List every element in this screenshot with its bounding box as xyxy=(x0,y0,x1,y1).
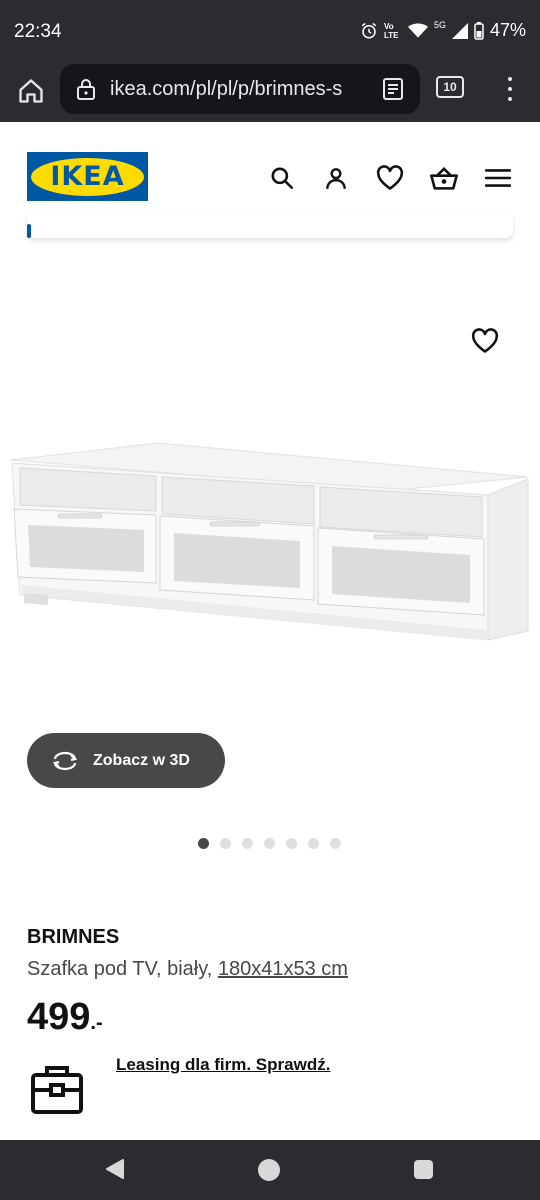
view-3d-label: Zobacz w 3D xyxy=(93,751,190,769)
user-icon[interactable] xyxy=(320,162,352,194)
network-label: 5G xyxy=(433,20,446,30)
heart-icon[interactable] xyxy=(374,162,406,194)
briefcase-icon xyxy=(30,1063,84,1120)
system-navigation-bar xyxy=(0,1140,540,1200)
view-3d-button[interactable]: Zobacz w 3D xyxy=(27,733,225,788)
product-price: 499.- xyxy=(27,996,103,1039)
pagination-dot[interactable] xyxy=(330,838,341,849)
leasing-link[interactable]: Leasing dla firm. Sprawdź. xyxy=(116,1055,330,1075)
price-suffix: .- xyxy=(90,1012,103,1034)
home-button[interactable] xyxy=(12,72,50,110)
search-icon[interactable] xyxy=(266,162,298,194)
browser-toolbar: ikea.com/pl/pl/p/brimnes-s 10 xyxy=(0,62,540,122)
pagination-dot[interactable] xyxy=(286,838,297,849)
home-icon xyxy=(19,79,43,103)
header-icons xyxy=(266,162,514,194)
home-nav-icon[interactable] xyxy=(258,1159,280,1181)
pagination-dot[interactable] xyxy=(242,838,253,849)
hamburger-menu-icon[interactable] xyxy=(482,162,514,194)
product-image xyxy=(9,442,529,641)
lock-icon xyxy=(76,77,96,106)
logo-oval: IKEA xyxy=(31,157,144,196)
status-bar: 22:34 Vo LTE 5G 47% xyxy=(0,0,540,62)
rotate-3d-icon xyxy=(52,751,78,770)
recent-apps-icon[interactable] xyxy=(414,1160,433,1179)
heart-icon xyxy=(471,328,499,353)
price-value: 499 xyxy=(27,996,91,1038)
gallery-pagination xyxy=(198,838,341,849)
search-bar-card[interactable] xyxy=(27,214,513,238)
status-icons: Vo LTE 5G 47% xyxy=(360,20,526,41)
volte-icon: Vo LTE xyxy=(383,21,399,40)
basket-icon[interactable] xyxy=(428,162,460,194)
alarm-icon xyxy=(360,22,378,40)
wifi-icon xyxy=(407,23,428,39)
pagination-dot[interactable] xyxy=(308,838,319,849)
product-type: Szafka pod TV, biały, xyxy=(27,958,213,980)
status-time: 22:34 xyxy=(14,21,62,42)
url-text: ikea.com/pl/pl/p/brimnes-s xyxy=(110,78,343,100)
tab-switcher-button[interactable]: 10 xyxy=(436,76,464,98)
favorite-button[interactable] xyxy=(466,322,504,360)
product-name: BRIMNES xyxy=(27,926,120,948)
pagination-dot[interactable] xyxy=(198,838,209,849)
signal-icon xyxy=(451,22,468,39)
back-icon[interactable] xyxy=(104,1158,126,1180)
pagination-dot[interactable] xyxy=(264,838,275,849)
pagination-dot[interactable] xyxy=(220,838,231,849)
ikea-logo[interactable]: IKEA xyxy=(27,152,148,201)
product-dimensions-link[interactable]: 180x41x53 cm xyxy=(218,958,348,980)
menu-dots-icon[interactable] xyxy=(500,74,520,104)
address-bar[interactable]: ikea.com/pl/pl/p/brimnes-s xyxy=(60,64,420,114)
logo-text: IKEA xyxy=(50,161,125,192)
battery-percent: 47% xyxy=(489,20,526,40)
battery-icon xyxy=(474,21,484,40)
product-description: Szafka pod TV, biały, 180x41x53 cm xyxy=(27,958,348,981)
reader-mode-icon[interactable] xyxy=(382,77,404,106)
search-card-accent xyxy=(27,224,31,238)
